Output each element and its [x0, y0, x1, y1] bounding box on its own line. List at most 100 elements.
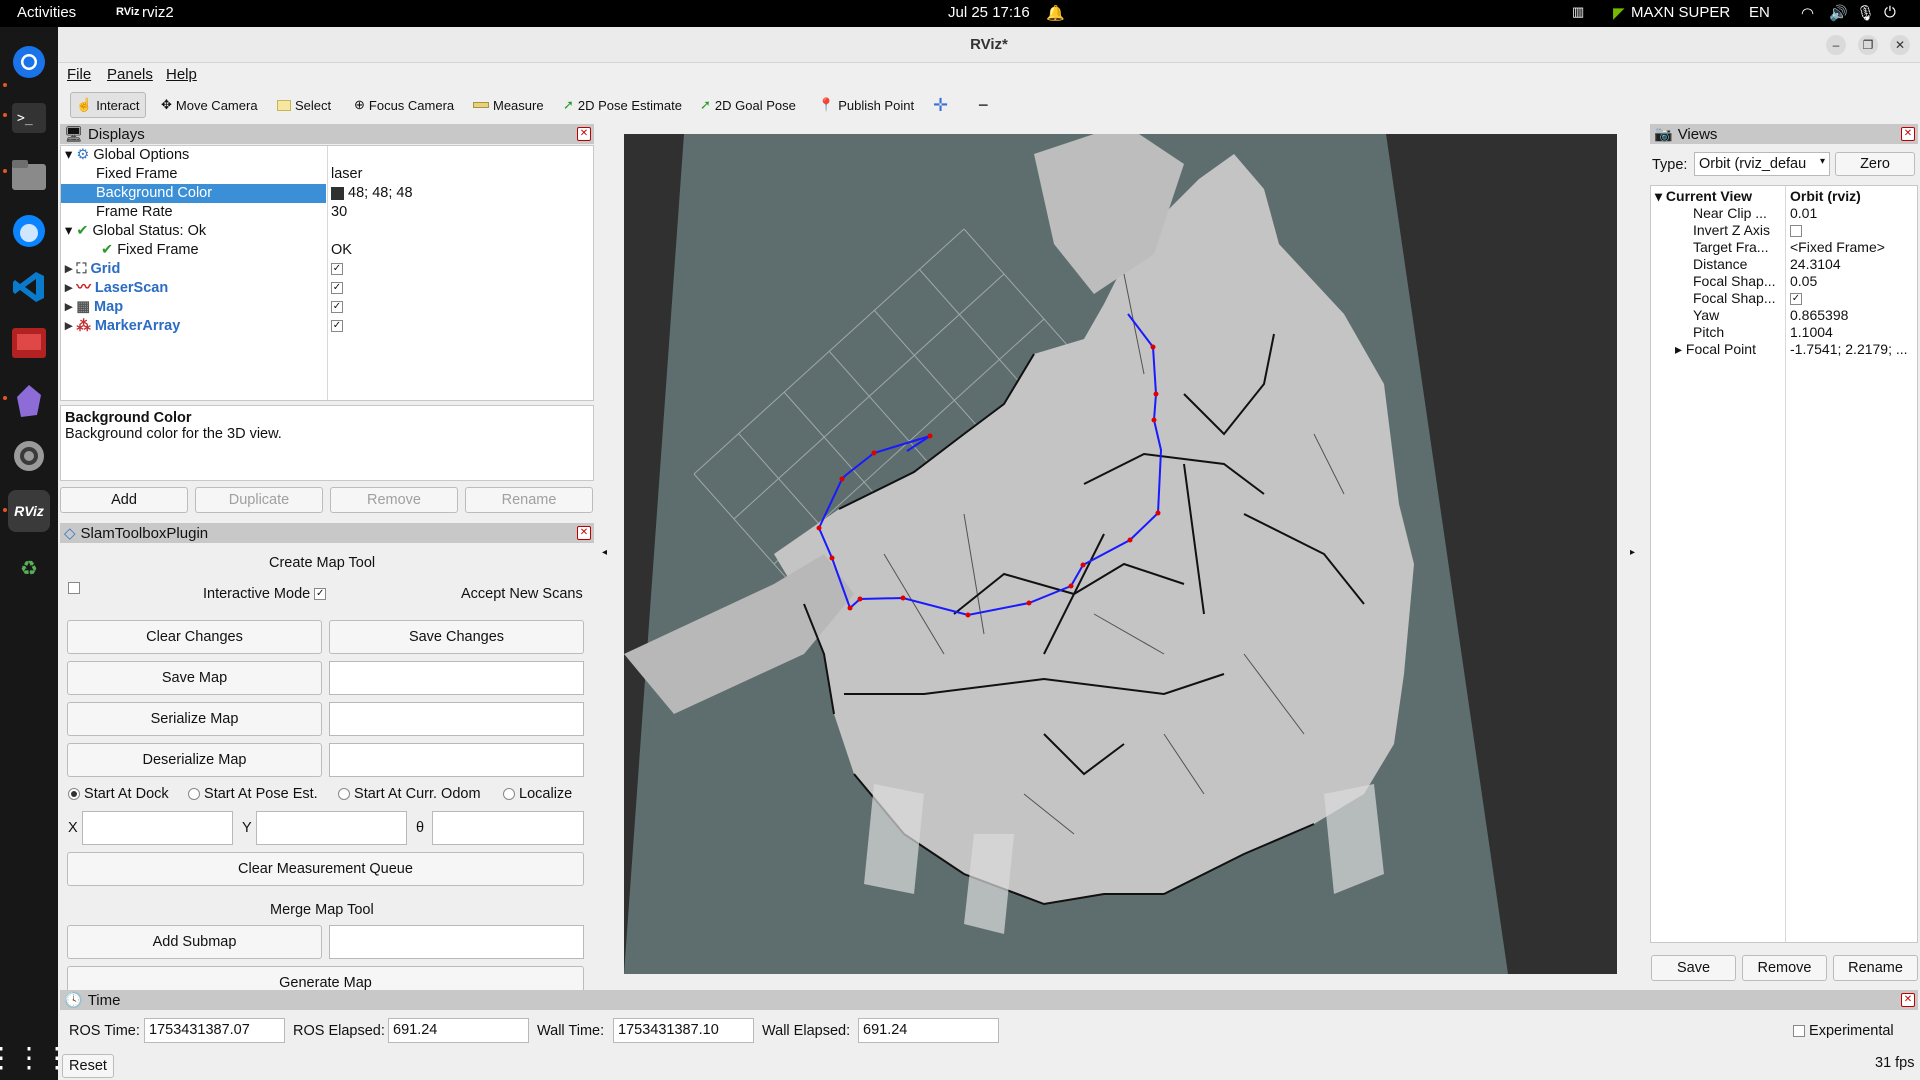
view-properties-tree[interactable]: ▾ Current View Orbit (rviz) Near Clip ..…: [1650, 185, 1918, 943]
3d-viewport[interactable]: [624, 134, 1617, 974]
pitch-value[interactable]: 1.1004: [1790, 324, 1833, 341]
map-enabled-checkbox[interactable]: ✓: [331, 301, 343, 314]
duplicate-display-button[interactable]: Duplicate: [195, 487, 323, 513]
add-tool-icon[interactable]: ✛: [928, 92, 953, 118]
bell-icon[interactable]: 🔔: [1046, 4, 1065, 22]
clear-measurement-queue-button[interactable]: Clear Measurement Queue: [67, 852, 584, 886]
background-color-label[interactable]: Background Color: [61, 184, 326, 203]
volume-icon[interactable]: 🔊: [1829, 4, 1848, 22]
language-indicator[interactable]: EN: [1749, 4, 1770, 21]
rename-view-button[interactable]: Rename: [1833, 955, 1918, 981]
show-apps-icon[interactable]: ⋮⋮⋮: [0, 1036, 71, 1078]
theta-input[interactable]: [432, 811, 584, 845]
views-panel-header[interactable]: 📷 Views ✕: [1650, 124, 1918, 144]
fixed-frame-status-row[interactable]: ✔ Fixed Frame: [101, 241, 199, 260]
x-input[interactable]: [82, 811, 233, 845]
global-options-row[interactable]: ▾ ⚙ Global Options: [65, 146, 189, 165]
app-name[interactable]: rviz2: [142, 4, 174, 21]
views-close-icon[interactable]: ✕: [1901, 127, 1915, 141]
slam-close-icon[interactable]: ✕: [577, 526, 591, 540]
interactive-mode-checkbox[interactable]: ✓: [314, 588, 327, 601]
clear-changes-button[interactable]: Clear Changes: [67, 620, 322, 654]
signal-icon[interactable]: ▥: [1572, 4, 1584, 20]
interact-tool[interactable]: ☝ Interact: [70, 92, 146, 118]
files-icon[interactable]: [8, 154, 50, 196]
zero-button[interactable]: Zero: [1835, 152, 1915, 176]
global-status-row[interactable]: ▾ ✔ Global Status: Ok: [65, 222, 206, 241]
frame-rate-value[interactable]: 30: [331, 203, 347, 222]
add-submap-button[interactable]: Add Submap: [67, 925, 322, 959]
time-close-icon[interactable]: ✕: [1901, 993, 1915, 1007]
submap-name-input[interactable]: [329, 925, 584, 959]
focal-shape-fixed-checkbox[interactable]: ✓: [1790, 293, 1802, 306]
menu-panels[interactable]: Panels: [107, 66, 153, 83]
collapse-right-icon[interactable]: ▸: [1630, 547, 1635, 558]
settings-icon[interactable]: [8, 435, 50, 477]
power-mode[interactable]: MAXN SUPER: [1631, 4, 1730, 21]
view-type-select[interactable]: Orbit (rviz_defau ▾: [1694, 152, 1830, 176]
clock[interactable]: Jul 25 17:16: [948, 4, 1030, 21]
remove-display-button[interactable]: Remove: [330, 487, 458, 513]
markerarray-enabled-checkbox[interactable]: ✓: [331, 320, 343, 333]
unlabeled-checkbox[interactable]: [68, 582, 80, 595]
title-bar[interactable]: RViz* – ❐ ✕: [58, 27, 1920, 63]
wall-elapsed-field[interactable]: 691.24: [858, 1018, 999, 1043]
remove-view-button[interactable]: Remove: [1742, 955, 1827, 981]
localize-radio[interactable]: Localize: [503, 786, 572, 802]
background-color-value[interactable]: 48; 48; 48: [331, 184, 413, 203]
displays-panel-header[interactable]: 🖥 Displays ✕: [60, 124, 594, 144]
2d-goal-pose-tool[interactable]: ➚ 2D Goal Pose: [695, 92, 801, 118]
wall-time-field[interactable]: 1753431387.10: [613, 1018, 754, 1043]
terminal-icon[interactable]: >_: [8, 97, 50, 139]
focal-point-value[interactable]: -1.7541; 2.2179; ...: [1790, 341, 1916, 358]
deserialize-map-button[interactable]: Deserialize Map: [67, 743, 322, 777]
invert-z-axis-checkbox[interactable]: [1790, 225, 1802, 238]
start-at-curr-odom-radio[interactable]: Start At Curr. Odom: [338, 786, 481, 802]
save-changes-button[interactable]: Save Changes: [329, 620, 584, 654]
display-markerarray-row[interactable]: ▸ ⁂ MarkerArray: [65, 317, 180, 336]
serialize-map-name-input[interactable]: [329, 702, 584, 736]
y-input[interactable]: [256, 811, 407, 845]
focal-shape-size-value[interactable]: 0.05: [1790, 273, 1817, 290]
deserialize-map-name-input[interactable]: [329, 743, 584, 777]
experimental-option[interactable]: Experimental: [1793, 1023, 1894, 1039]
display-map-row[interactable]: ▸ ▦ Map: [65, 298, 123, 317]
maximize-button[interactable]: ❐: [1858, 35, 1878, 55]
nvidia-icon[interactable]: ◤: [1613, 4, 1625, 22]
measure-tool[interactable]: Measure: [468, 92, 549, 118]
wifi-icon[interactable]: ◠: [1801, 4, 1814, 22]
save-map-button[interactable]: Save Map: [67, 661, 322, 695]
start-at-dock-radio[interactable]: Start At Dock: [68, 786, 169, 802]
near-clip-value[interactable]: 0.01: [1790, 205, 1817, 222]
experimental-checkbox[interactable]: [1793, 1025, 1805, 1038]
distance-value[interactable]: 24.3104: [1790, 256, 1841, 273]
thunderbird-icon[interactable]: [8, 210, 50, 252]
save-view-button[interactable]: Save: [1651, 955, 1736, 981]
obsidian-icon[interactable]: [8, 380, 50, 422]
displays-tree[interactable]: ▾ ⚙ Global Options Fixed Frame laser Bac…: [60, 145, 594, 401]
close-button[interactable]: ✕: [1890, 35, 1910, 55]
fixed-frame-value[interactable]: laser: [331, 165, 362, 184]
select-tool[interactable]: Select: [272, 92, 336, 118]
microphone-icon[interactable]: 🎙: [1856, 4, 1875, 22]
minimize-button[interactable]: –: [1826, 35, 1846, 55]
ros-elapsed-field[interactable]: 691.24: [388, 1018, 529, 1043]
activities-button[interactable]: Activities: [17, 4, 76, 21]
menu-help[interactable]: Help: [166, 66, 197, 83]
laserscan-enabled-checkbox[interactable]: ✓: [331, 282, 343, 295]
collapse-left-icon[interactable]: ◂: [602, 547, 607, 558]
menu-file[interactable]: File: [67, 66, 91, 83]
grid-enabled-checkbox[interactable]: ✓: [331, 263, 343, 276]
publish-point-tool[interactable]: 📍 Publish Point: [813, 92, 919, 118]
2d-pose-estimate-tool[interactable]: ➚ 2D Pose Estimate: [558, 92, 687, 118]
current-view-row[interactable]: ▾ Current View: [1655, 188, 1752, 205]
ros-time-field[interactable]: 1753431387.07: [144, 1018, 285, 1043]
remove-tool-icon[interactable]: −: [973, 92, 994, 118]
focal-point-row[interactable]: ▸ Focal Point: [1675, 341, 1756, 358]
vscode-icon[interactable]: [8, 266, 50, 308]
rviz-dock-icon[interactable]: RViz: [8, 490, 50, 532]
focus-camera-tool[interactable]: ⊕ Focus Camera: [349, 92, 459, 118]
power-icon[interactable]: ⏻: [1884, 4, 1896, 21]
trash-icon[interactable]: ♻: [8, 547, 50, 589]
rename-display-button[interactable]: Rename: [465, 487, 593, 513]
